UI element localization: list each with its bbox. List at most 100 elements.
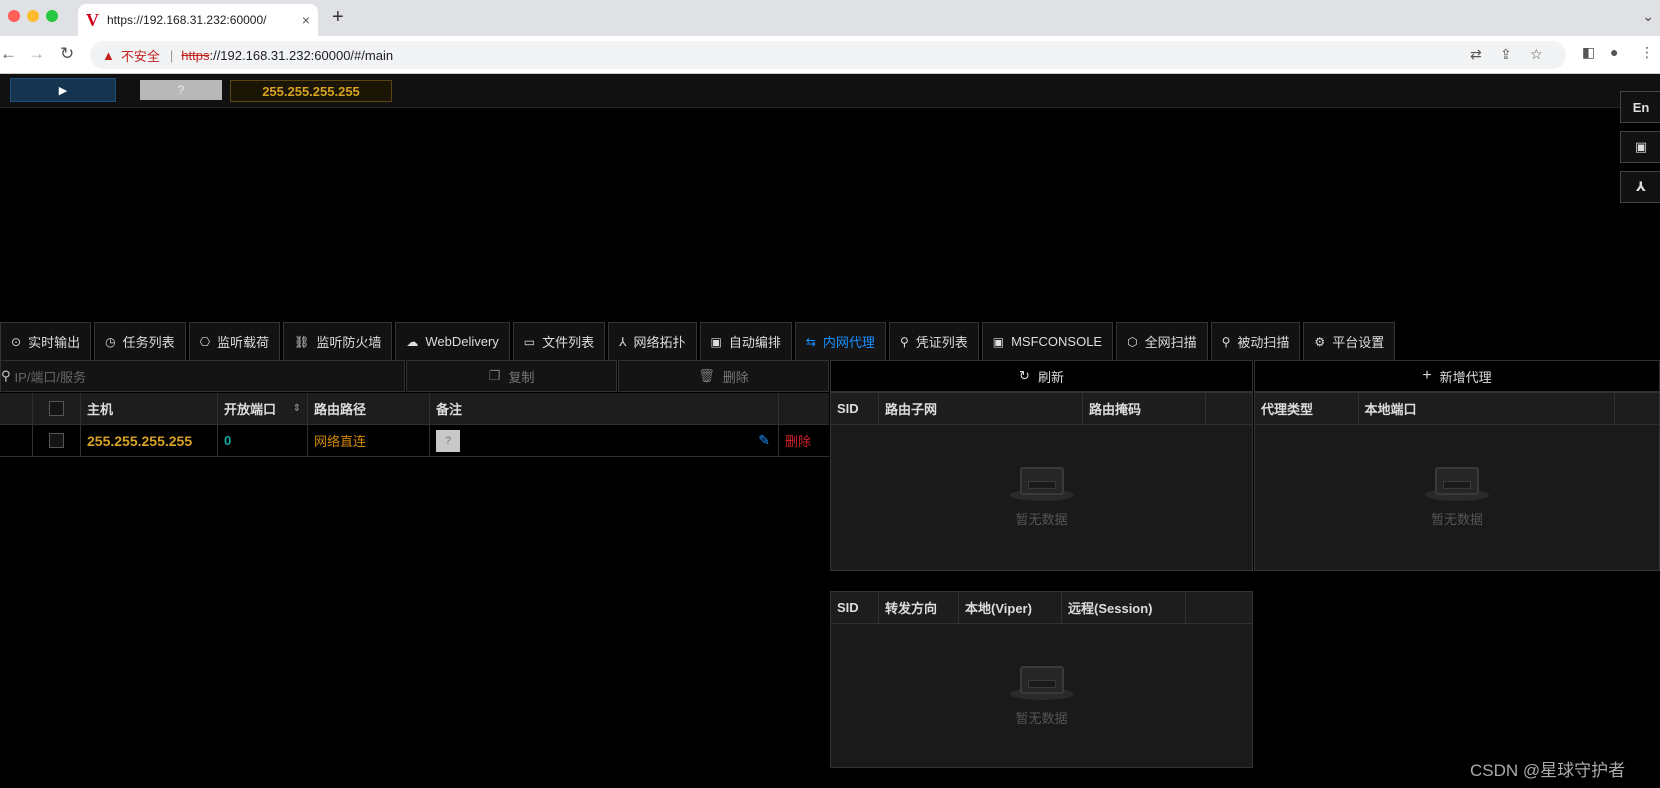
url-text: ://192.168.31.232:60000/#/main xyxy=(209,47,394,63)
col-ports[interactable]: 开放端口 ⇕ xyxy=(218,393,308,424)
trash-icon: 🗑 xyxy=(698,368,715,383)
tab-icon: ⅄ xyxy=(619,334,627,349)
tab-7[interactable]: ▣ 自动编排 xyxy=(699,322,792,360)
proxy-table-header: 代理类型 本地端口 xyxy=(1255,393,1659,425)
tab-icon: ▣ xyxy=(992,334,1005,349)
favicon-icon: V xyxy=(86,9,99,30)
url-field[interactable]: ▲ 不安全 | https ://192.168.31.232:60000/#/… xyxy=(90,41,1566,69)
warning-icon: ▲ xyxy=(102,47,115,63)
tab-5[interactable]: ▭ 文件列表 xyxy=(512,322,606,360)
route-action-col xyxy=(1206,393,1252,424)
help-button[interactable]: ? xyxy=(140,80,222,100)
tab-label: 网络拓扑 xyxy=(633,335,686,350)
browser-tab-bar: V https://192.168.31.232:60000/ × + ⌄ xyxy=(0,0,1660,36)
tab-label: 任务列表 xyxy=(122,335,175,350)
copy-button[interactable]: ❐ 复制 xyxy=(406,360,617,392)
tab-1[interactable]: ◷ 任务列表 xyxy=(94,322,186,360)
tab-11[interactable]: ⬡ 全网扫描 xyxy=(1116,322,1208,360)
language-button[interactable]: En xyxy=(1620,91,1660,123)
terminal-button[interactable]: ▣ xyxy=(1620,131,1660,163)
tab-label: MSFCONSOLE xyxy=(1011,334,1103,349)
play-icon: ▶ xyxy=(58,84,68,97)
tab-label: 全网扫描 xyxy=(1144,335,1197,350)
tab-3[interactable]: ⛓ 监听防火墙 xyxy=(283,322,393,360)
note-tag[interactable]: ? xyxy=(436,429,460,452)
tab-label: 监听防火墙 xyxy=(316,335,382,350)
tab-label: 平台设置 xyxy=(1332,335,1385,350)
col-sid: SID xyxy=(831,393,879,424)
tab-label: WebDelivery xyxy=(425,334,499,349)
tab-10[interactable]: ▣ MSFCONSOLE xyxy=(981,322,1114,360)
route-table-header: SID 路由子网 路由掩码 xyxy=(831,393,1252,425)
search-input[interactable]: ⚲ IP/端口/服务 xyxy=(0,360,405,392)
bookmark-star-icon[interactable]: ☆ xyxy=(1530,46,1543,63)
add-proxy-button[interactable]: + 新增代理 xyxy=(1254,360,1660,392)
tab-icon: ⊙ xyxy=(11,334,22,349)
col-note: 备注 xyxy=(430,393,779,424)
tab-search-icon[interactable]: ⌄ xyxy=(1642,8,1654,25)
tab-2[interactable]: ⎔ 监听载荷 xyxy=(188,322,281,360)
select-all-checkbox[interactable] xyxy=(49,401,64,416)
empty-state: 暂无数据 xyxy=(831,660,1252,727)
tab-icon: ▣ xyxy=(710,334,722,349)
sort-icon[interactable]: ⇕ xyxy=(293,403,301,414)
route-table: SID 路由子网 路由掩码 暂无数据 xyxy=(830,392,1253,571)
col-subnet: 路由子网 xyxy=(879,393,1083,424)
copy-icon: ❐ xyxy=(488,368,501,383)
tab-icon: ◷ xyxy=(105,334,116,349)
route-path: 网络直连 xyxy=(308,425,430,456)
close-tab-icon[interactable]: × xyxy=(302,12,310,28)
maximize-window-icon[interactable] xyxy=(46,10,58,22)
edit-icon[interactable]: ✎ xyxy=(758,432,770,449)
forward-table: SID 转发方向 本地(Viper) 远程(Session) 暂无数据 xyxy=(830,591,1253,768)
browser-tab[interactable]: V https://192.168.31.232:60000/ × xyxy=(78,4,318,36)
side-panel-icon[interactable]: ◧ xyxy=(1582,44,1595,61)
empty-text: 暂无数据 xyxy=(1015,512,1068,527)
share-icon[interactable]: ⇪ xyxy=(1500,46,1512,63)
tab-label: 被动扫描 xyxy=(1237,335,1290,350)
col-ports-label: 开放端口 xyxy=(224,402,277,417)
tab-13[interactable]: ⚙ 平台设置 xyxy=(1303,322,1396,360)
row-checkbox[interactable] xyxy=(49,433,64,448)
empty-state: 暂无数据 xyxy=(1255,461,1659,528)
delete-row-button[interactable]: 删除 xyxy=(779,425,829,456)
tab-icon: ▭ xyxy=(523,334,536,349)
play-button[interactable]: ▶ xyxy=(10,78,116,102)
tab-icon: ☁ xyxy=(406,334,419,349)
host-table: 主机 开放端口 ⇕ 路由路径 备注 255.255.255.255 0 网络直连 … xyxy=(0,393,829,457)
refresh-icon: ↻ xyxy=(1019,368,1030,383)
forward-action-col xyxy=(1186,592,1252,623)
tab-12[interactable]: ⚲ 被动扫描 xyxy=(1210,322,1301,360)
tab-label: 内网代理 xyxy=(822,335,875,350)
note-cell: ? ✎ xyxy=(430,425,779,456)
profile-icon[interactable]: ● xyxy=(1610,44,1618,60)
tab-0[interactable]: ⊙ 实时输出 xyxy=(0,322,92,360)
tab-icon: ⚲ xyxy=(899,334,909,349)
tab-9[interactable]: ⚲ 凭证列表 xyxy=(888,322,979,360)
forward-icon[interactable]: → xyxy=(28,44,45,64)
reload-icon[interactable]: ↻ xyxy=(60,44,74,64)
col-direction: 转发方向 xyxy=(879,592,959,623)
minimize-window-icon[interactable] xyxy=(27,10,39,22)
open-ports: 0 xyxy=(218,425,308,456)
tab-4[interactable]: ☁ WebDelivery xyxy=(395,322,510,360)
table-row[interactable]: 255.255.255.255 0 网络直连 ? ✎ 删除 xyxy=(0,425,829,457)
delete-label: 删除 xyxy=(722,369,749,385)
tab-8[interactable]: ⇆ 内网代理 xyxy=(794,322,886,360)
tab-icon: ⎔ xyxy=(199,334,211,349)
tab-label: 监听载荷 xyxy=(217,335,270,350)
new-tab-button[interactable]: + xyxy=(332,6,344,29)
not-secure-label[interactable]: 不安全 xyxy=(121,46,160,65)
close-window-icon[interactable] xyxy=(8,10,20,22)
back-icon[interactable]: ← xyxy=(0,44,17,64)
topology-button[interactable]: ⅄ xyxy=(1620,171,1660,203)
empty-text: 暂无数据 xyxy=(1430,512,1483,527)
col-sid: SID xyxy=(831,592,879,623)
empty-inbox-icon xyxy=(1425,461,1489,501)
translate-icon[interactable]: ⇄ xyxy=(1470,46,1482,63)
menu-icon[interactable]: ⋮ xyxy=(1640,44,1654,61)
ip-badge: 255.255.255.255 xyxy=(230,80,392,102)
tab-6[interactable]: ⅄ 网络拓扑 xyxy=(608,322,697,360)
delete-selected-button[interactable]: 🗑 删除 xyxy=(618,360,829,392)
refresh-button[interactable]: ↻ 刷新 xyxy=(830,360,1253,392)
